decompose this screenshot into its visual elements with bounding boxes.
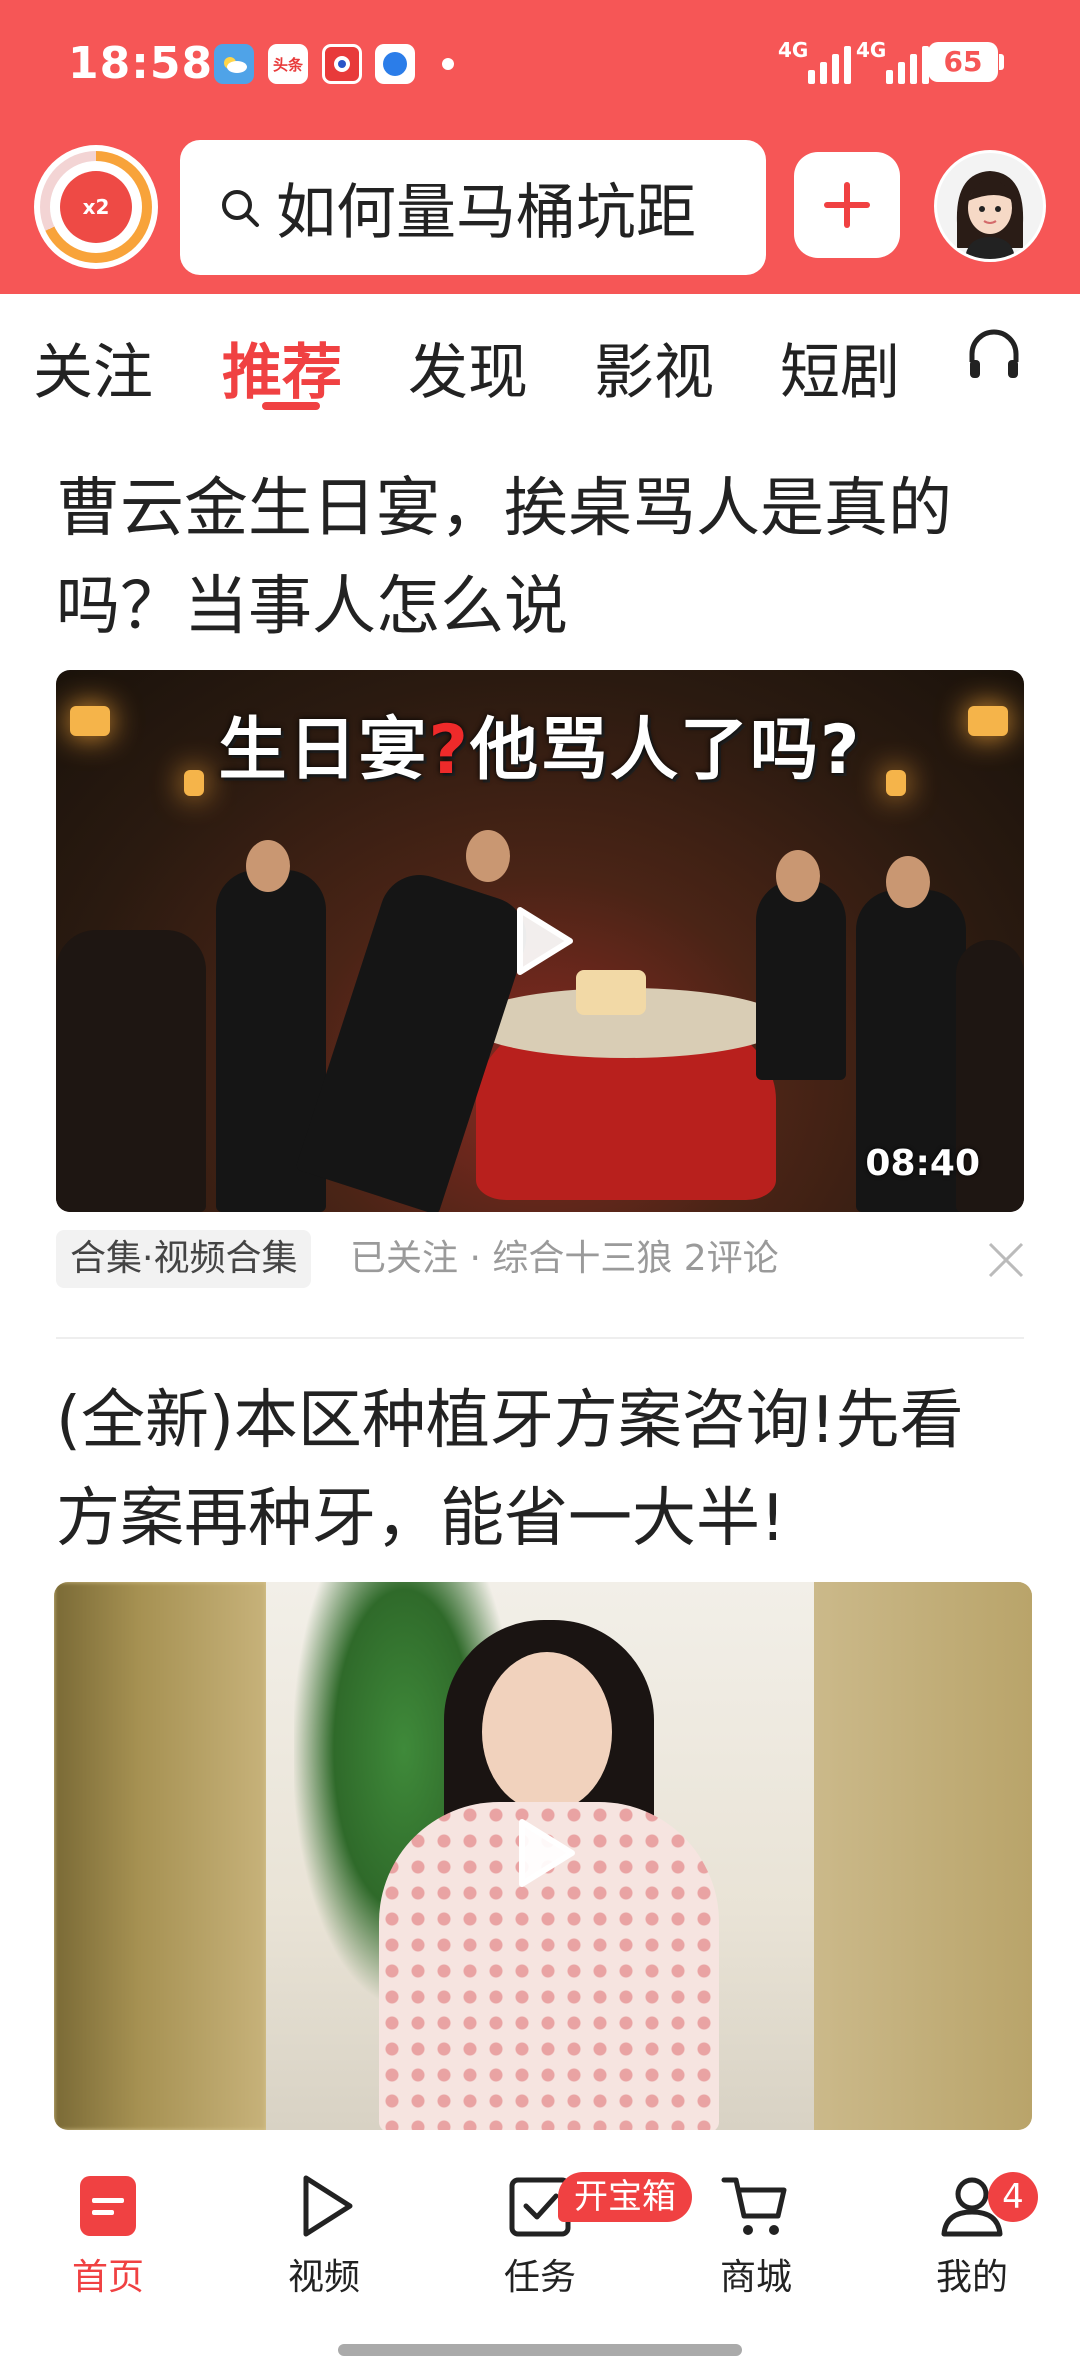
close-icon[interactable] xyxy=(984,1238,1028,1282)
host-head xyxy=(466,830,510,882)
signal-1-icon xyxy=(808,44,851,84)
nav-video-label: 视频 xyxy=(287,2257,360,2298)
gold-coin-timer-button[interactable]: x2 xyxy=(34,145,158,269)
bottom-navigation: 首页 视频 任务 商城 我的 xyxy=(0,2130,1080,2376)
search-input[interactable]: 如何量马桶坑距 xyxy=(180,140,766,275)
tab-short-drama[interactable]: 短剧 xyxy=(780,324,900,411)
cart-icon xyxy=(721,2177,787,2235)
coin-progress-ring: x2 xyxy=(40,151,152,263)
battery-icon xyxy=(999,54,1004,70)
nav-profile-label: 我的 xyxy=(935,2257,1008,2298)
user-avatar[interactable] xyxy=(934,150,1046,262)
home-indicator[interactable] xyxy=(338,2344,742,2356)
nav-video[interactable]: 视频 xyxy=(244,2170,404,2320)
guest-figure xyxy=(756,880,846,1080)
play-icon[interactable] xyxy=(498,1808,588,1898)
search-suggestion-text: 如何量马桶坑距 xyxy=(276,178,696,248)
treasure-box-badge[interactable]: 开宝箱 xyxy=(558,2172,692,2222)
video-duration: 08:40 xyxy=(865,1143,980,1184)
guest-head xyxy=(886,856,930,908)
nav-mall-label: 商城 xyxy=(719,2257,792,2298)
play-icon[interactable] xyxy=(496,896,586,986)
headphone-icon[interactable] xyxy=(962,322,1026,386)
browser-notification-icon xyxy=(375,44,415,84)
network-type-1: 4G xyxy=(778,38,809,62)
coin-multiplier: x2 xyxy=(60,171,132,243)
ad-blur-panel xyxy=(54,1582,266,2130)
crowd-left xyxy=(56,930,206,1212)
signal-2-icon xyxy=(886,44,929,84)
notification-count-badge: 4 xyxy=(988,2172,1038,2222)
video-play-icon xyxy=(303,2175,353,2237)
network-type-2: 4G xyxy=(856,38,887,62)
nav-mall[interactable]: 商城 xyxy=(676,2170,836,2320)
nav-task-label: 任务 xyxy=(503,2257,576,2298)
app-header: 18:58 头条 4G 4G 65 x2 如何量马桶坑距 xyxy=(0,0,1080,294)
status-bar: 18:58 头条 4G 4G 65 xyxy=(0,0,1080,120)
guest-head xyxy=(246,840,290,892)
app-notification-icon xyxy=(322,44,362,84)
ad-side-panel xyxy=(814,1582,1032,2130)
ad-title[interactable]: (全新)本区种植牙方案咨询!先看方案再种牙，能省一大半! xyxy=(56,1372,1016,1568)
tab-follow[interactable]: 关注 xyxy=(33,324,153,411)
guest-head xyxy=(776,850,820,902)
category-tabs: 关注 推荐 发现 影视 短剧 xyxy=(0,294,1080,424)
toutiao-notification-icon: 头条 xyxy=(268,44,308,84)
publish-button[interactable] xyxy=(794,152,900,258)
battery-level: 65 xyxy=(928,42,998,82)
collection-tag[interactable]: 合集·视频合集 xyxy=(56,1230,312,1288)
plus-icon xyxy=(824,182,870,228)
feed-divider xyxy=(56,1337,1024,1339)
tab-recommend[interactable]: 推荐 xyxy=(222,324,342,411)
home-icon xyxy=(80,2176,136,2236)
article-meta-row: 合集·视频合集 已关注 · 综合十三狼 2评论 xyxy=(56,1226,1024,1298)
video-thumbnail[interactable]: 生日宴?他骂人了吗? 08:40 xyxy=(56,670,1024,1212)
woman-face xyxy=(482,1652,612,1812)
author-meta: 已关注 · 综合十三狼 2评论 xyxy=(350,1238,779,1279)
ad-video-thumbnail[interactable] xyxy=(54,1582,1032,2130)
more-notifications-dot xyxy=(442,58,454,70)
nav-home[interactable]: 首页 xyxy=(28,2170,188,2320)
nav-home-label: 首页 xyxy=(71,2257,144,2298)
active-tab-indicator xyxy=(262,402,320,410)
tab-film[interactable]: 影视 xyxy=(594,324,714,411)
tab-discover[interactable]: 发现 xyxy=(408,324,528,411)
article-title[interactable]: 曹云金生日宴，挨桌骂人是真的吗？当事人怎么说 xyxy=(56,460,1016,656)
weather-notification-icon xyxy=(214,44,254,84)
thumbnail-banner-text: 生日宴?他骂人了吗? xyxy=(218,711,862,790)
birthday-cake xyxy=(576,970,646,1015)
status-time: 18:58 xyxy=(68,38,214,89)
search-icon xyxy=(222,189,259,227)
